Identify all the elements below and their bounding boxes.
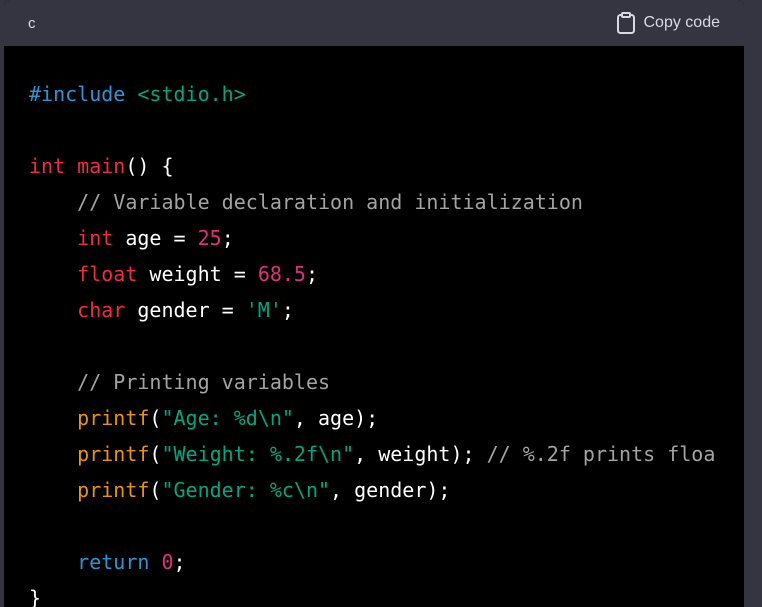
code-line: char gender = 'M'; xyxy=(29,292,744,328)
code-content: #include <stdio.h> int main() { // Variab… xyxy=(4,46,744,607)
code-token: ( xyxy=(149,406,162,430)
code-line: int age = 25; xyxy=(29,220,744,256)
code-token: "Age: %d\n" xyxy=(161,406,294,430)
copy-code-label: Copy code xyxy=(643,14,721,31)
code-token: printf xyxy=(77,442,150,466)
code-block: c Copy code #include <stdio.h> int main()… xyxy=(4,0,744,607)
code-token: ( xyxy=(149,442,162,466)
code-token: () { xyxy=(125,154,174,178)
code-token: , gender); xyxy=(330,478,451,502)
code-token: #include xyxy=(29,82,138,106)
code-token: , weight); xyxy=(354,442,487,466)
code-language-label: c xyxy=(28,14,36,32)
code-token: ; xyxy=(173,550,186,574)
code-token: printf xyxy=(77,406,150,430)
code-token: 68.5 xyxy=(257,262,306,286)
code-token: ; xyxy=(221,226,234,250)
code-token: <stdio.h> xyxy=(137,82,246,106)
code-token: "Gender: %c\n" xyxy=(161,478,331,502)
code-token: float xyxy=(77,262,138,286)
code-line: printf("Weight: %.2f\n", weight); // %.2… xyxy=(29,436,744,472)
code-token: 'M' xyxy=(245,298,282,322)
code-line: printf("Age: %d\n", age); xyxy=(29,400,744,436)
code-token: int xyxy=(29,154,66,178)
code-token: ; xyxy=(305,262,319,286)
code-line: return 0; xyxy=(29,544,744,580)
code-token: return xyxy=(77,550,150,574)
code-token: } xyxy=(29,586,42,607)
code-token: char xyxy=(77,298,126,322)
code-token: // Variable declaration and initializati… xyxy=(77,190,583,214)
code-token: gender = xyxy=(125,298,246,322)
clipboard-icon xyxy=(616,12,636,34)
code-token: , age); xyxy=(293,406,379,430)
code-line: // Printing variables xyxy=(29,364,744,400)
code-line: // Variable declaration and initializati… xyxy=(29,184,744,220)
code-token: age = xyxy=(113,226,198,250)
code-line: printf("Gender: %c\n", gender); xyxy=(29,472,744,508)
code-token: weight = xyxy=(137,262,258,286)
copy-code-button[interactable]: Copy code xyxy=(616,12,721,34)
code-line: #include <stdio.h> xyxy=(29,76,744,112)
code-token: printf xyxy=(77,478,150,502)
code-token: ; xyxy=(281,298,294,322)
code-block-header: c Copy code xyxy=(4,0,744,46)
code-token: // Printing variables xyxy=(77,370,331,394)
code-token: int xyxy=(77,226,114,250)
code-line: float weight = 68.5; xyxy=(29,256,744,292)
code-token: main xyxy=(77,154,126,178)
code-line: int main() { xyxy=(29,148,744,184)
code-token: "Weight: %.2f\n" xyxy=(161,442,355,466)
code-token: // %.2f prints floa xyxy=(486,442,716,466)
code-token: 25 xyxy=(197,226,222,250)
code-token: 0 xyxy=(161,550,174,574)
code-token: ( xyxy=(149,478,162,502)
code-line: } xyxy=(29,580,744,607)
